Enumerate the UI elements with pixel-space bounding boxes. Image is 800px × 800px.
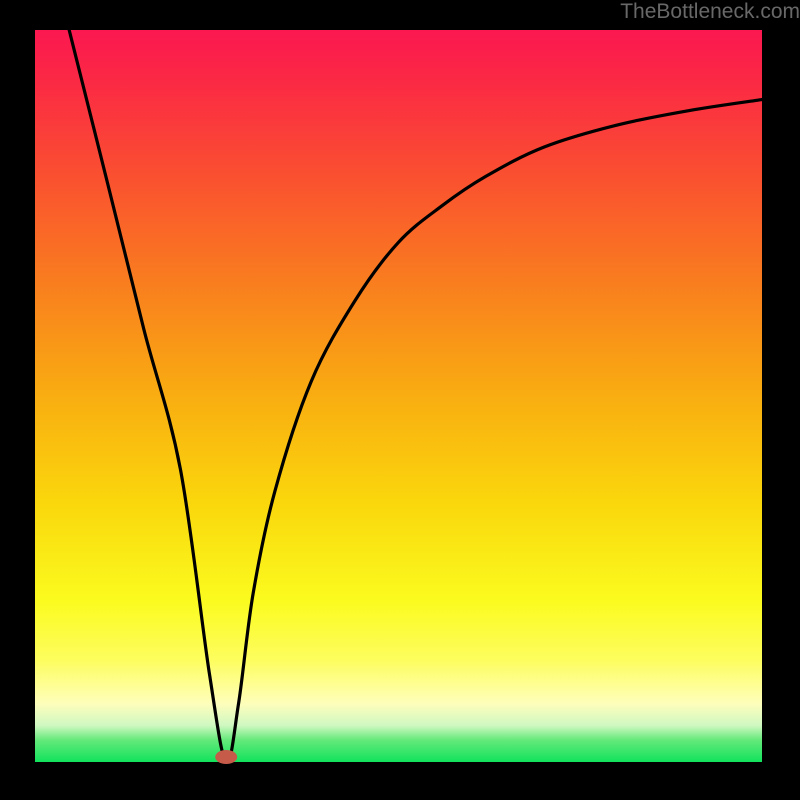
watermark-label: TheBottleneck.com (620, 0, 800, 24)
chart-frame: TheBottleneck.com (0, 0, 800, 800)
minimum-marker (215, 750, 237, 764)
bottleneck-chart (0, 0, 800, 800)
plot-background (35, 30, 762, 762)
